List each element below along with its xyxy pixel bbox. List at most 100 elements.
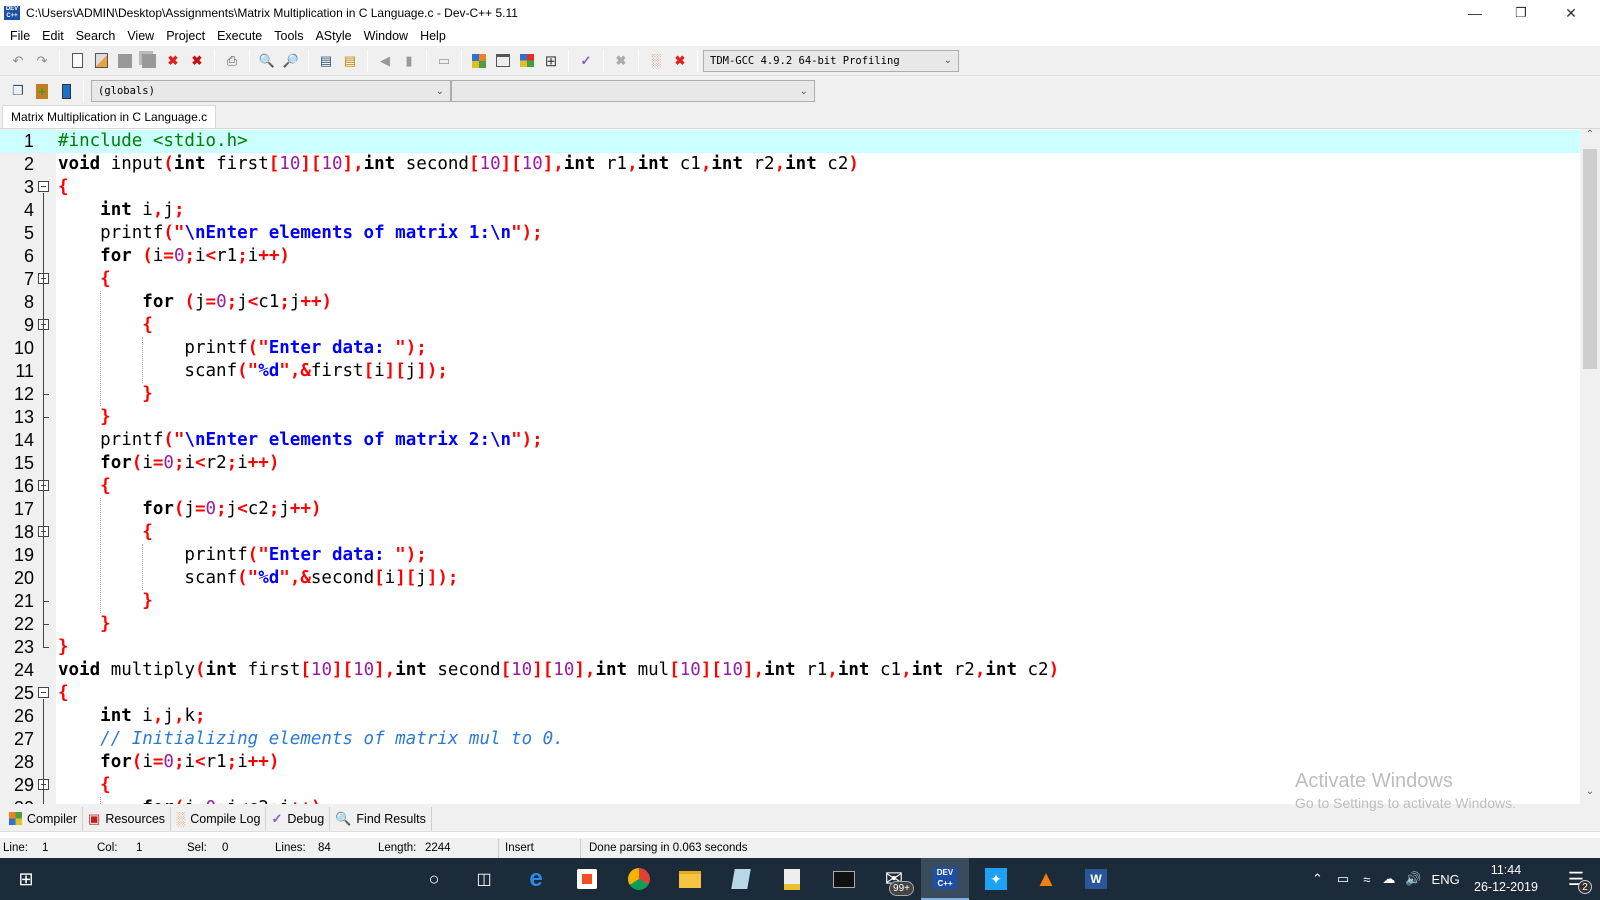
indent-button[interactable]: ▤ xyxy=(316,51,336,71)
menu-tools[interactable]: Tools xyxy=(268,29,309,43)
tab-matrix-multiplication[interactable]: Matrix Multiplication in C Language.c xyxy=(2,105,217,128)
code-line[interactable]: 25 { xyxy=(0,682,1580,705)
new-project-button[interactable]: ❐ xyxy=(8,81,28,101)
unindent-button[interactable]: ▤ xyxy=(340,51,360,71)
save-button[interactable] xyxy=(115,51,135,71)
code-line[interactable]: 12 } xyxy=(0,383,1580,406)
tab-debug[interactable]: ✓ Debug xyxy=(266,806,331,831)
menu-search[interactable]: Search xyxy=(70,29,122,43)
compile-run-button[interactable] xyxy=(517,51,537,71)
scope-select[interactable]: (globals) ⌄ xyxy=(91,80,451,102)
restore-button[interactable]: ❐ xyxy=(1498,0,1544,26)
tab-resources[interactable]: ▣ Resources xyxy=(83,806,172,831)
tab-compile-log[interactable]: ░ Compile Log xyxy=(171,806,267,831)
code-line[interactable]: 7 { xyxy=(0,268,1580,291)
fold-collapse-icon[interactable] xyxy=(38,687,49,698)
code-line[interactable]: 24 void multiply(int first[10][10],int se… xyxy=(0,659,1580,682)
code-line[interactable]: 16 { xyxy=(0,475,1580,498)
find-button[interactable]: 🔍 xyxy=(257,51,277,71)
code-line[interactable]: 4 int i,j; xyxy=(0,199,1580,222)
action-center-button[interactable]: ☰ 2 xyxy=(1552,858,1600,900)
compiler-select[interactable]: TDM-GCC 4.9.2 64-bit Profiling ⌄ xyxy=(703,49,959,72)
close-file-button[interactable]: ✖ xyxy=(163,51,183,71)
rebuild-button[interactable]: ⊞ xyxy=(541,51,561,71)
compile-button[interactable] xyxy=(469,51,489,71)
volume-icon[interactable]: 🔊 xyxy=(1405,871,1421,887)
language-indicator[interactable]: ENG xyxy=(1432,872,1460,887)
code-line[interactable]: 3{ xyxy=(0,176,1580,199)
run-button[interactable] xyxy=(493,51,513,71)
fold-collapse-icon[interactable] xyxy=(38,181,49,192)
open-file-button[interactable] xyxy=(91,51,111,71)
taskbar-chrome[interactable] xyxy=(615,858,663,900)
close-all-button[interactable]: ✖ xyxy=(187,51,207,71)
taskbar-vlc[interactable]: ▲ xyxy=(1022,858,1070,900)
taskbar-command-prompt[interactable] xyxy=(820,858,868,900)
taskbar-store[interactable] xyxy=(563,858,611,900)
code-line[interactable]: 6 for (i=0;i<r1;i++) xyxy=(0,245,1580,268)
taskbar-clock[interactable]: 11:44 26-12-2019 xyxy=(1474,862,1538,896)
new-file-button[interactable] xyxy=(67,51,87,71)
taskbar-notepad[interactable] xyxy=(717,858,765,900)
tab-compiler[interactable]: Compiler xyxy=(4,806,84,831)
replace-button[interactable]: 🔎 xyxy=(281,51,301,71)
scroll-down-icon[interactable]: ⌄ xyxy=(1580,786,1600,804)
goto-line-button[interactable]: ▭ xyxy=(434,51,454,71)
taskbar-devcpp[interactable]: DEV C++ xyxy=(921,858,969,900)
vertical-scrollbar[interactable]: ⌃ ⌄ xyxy=(1580,129,1600,804)
code-line[interactable]: 20 scanf("%d",&second[i][j]); xyxy=(0,567,1580,590)
menu-project[interactable]: Project xyxy=(160,29,211,43)
code-line[interactable]: 11 scanf("%d",&first[i][j]); xyxy=(0,360,1580,383)
menu-astyle[interactable]: AStyle xyxy=(309,29,357,43)
taskbar-file-explorer[interactable] xyxy=(666,858,714,900)
code-editor[interactable]: 1 #include <stdio.h> 2 void input(int first… xyxy=(0,128,1600,804)
code-line[interactable]: 9 { xyxy=(0,314,1580,337)
tray-chevron-up-icon[interactable]: ⌃ xyxy=(1312,871,1323,887)
code-line[interactable]: 14 printf("\nEnter elements of matrix 2:… xyxy=(0,429,1580,452)
code-line[interactable]: 27 // Initializing elements of matrix mu… xyxy=(0,728,1580,751)
code-line[interactable]: 5 printf("\nEnter elements of matrix 1:\… xyxy=(0,222,1580,245)
syntax-check-button[interactable]: ✓ xyxy=(576,51,596,71)
save-all-button[interactable] xyxy=(139,51,159,71)
cortana-button[interactable]: ○ xyxy=(410,858,458,900)
bookmark-prev-button[interactable]: ◀ xyxy=(375,51,395,71)
code-line[interactable]: 13 } xyxy=(0,406,1580,429)
taskbar-twitter[interactable]: ✦ xyxy=(972,858,1020,900)
code-line[interactable]: 23} xyxy=(0,636,1580,659)
taskbar-python-file[interactable] xyxy=(768,858,816,900)
scroll-up-icon[interactable]: ⌃ xyxy=(1580,129,1600,147)
battery-icon[interactable]: ▭ xyxy=(1337,871,1349,887)
close-button[interactable]: ✕ xyxy=(1548,0,1594,26)
code-line[interactable]: 8 for (j=0;j<c1;j++) xyxy=(0,291,1580,314)
code-line[interactable]: 18 { xyxy=(0,521,1580,544)
start-button[interactable]: ⊞ xyxy=(2,858,50,900)
tab-find-results[interactable]: 🔍 Find Results xyxy=(330,806,432,831)
taskbar-word[interactable]: W xyxy=(1072,858,1120,900)
code-line[interactable]: 1 #include <stdio.h> xyxy=(0,130,1580,153)
wifi-icon[interactable]: ≈ xyxy=(1363,872,1370,887)
code-line[interactable]: 26 int i,j,k; xyxy=(0,705,1580,728)
menu-file[interactable]: File xyxy=(4,29,36,43)
code-line[interactable]: 19 printf("Enter data: "); xyxy=(0,544,1580,567)
bookmark-next-button[interactable]: ▮ xyxy=(399,51,419,71)
profile-button[interactable]: ░ xyxy=(646,51,666,71)
onedrive-cloud-icon[interactable]: ☁ xyxy=(1382,871,1395,887)
code-line[interactable]: 17 for(j=0;j<c2;j++) xyxy=(0,498,1580,521)
add-to-project-button[interactable]: + xyxy=(32,81,52,101)
menu-edit[interactable]: Edit xyxy=(36,29,70,43)
code-line[interactable]: 2 void input(int first[10][10],int second… xyxy=(0,153,1580,176)
project-options-button[interactable] xyxy=(56,81,76,101)
stop-execution-button[interactable]: ✖ xyxy=(611,51,631,71)
taskbar-mail[interactable]: ✉ 99+ xyxy=(870,858,918,900)
code-line[interactable]: 22 } xyxy=(0,613,1580,636)
code-line[interactable]: 15 for(i=0;i<r2;i++) xyxy=(0,452,1580,475)
print-button[interactable]: ⎙ xyxy=(222,51,242,71)
taskbar-edge[interactable]: e xyxy=(512,858,560,900)
redo-button[interactable]: ↷ xyxy=(32,51,52,71)
menu-window[interactable]: Window xyxy=(358,29,414,43)
code-line[interactable]: 10 printf("Enter data: "); xyxy=(0,337,1580,360)
menu-execute[interactable]: Execute xyxy=(211,29,268,43)
delete-profile-button[interactable]: ✖ xyxy=(670,51,690,71)
menu-help[interactable]: Help xyxy=(414,29,452,43)
minimize-button[interactable]: — xyxy=(1452,0,1498,26)
